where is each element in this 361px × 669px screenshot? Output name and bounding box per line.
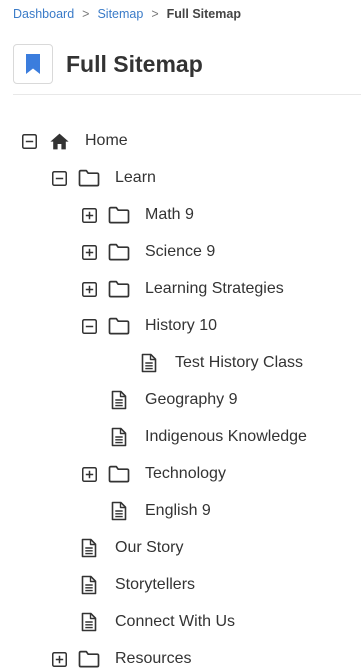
tree-node-english-9[interactable]: English 9: [79, 498, 211, 524]
tree-node-home[interactable]: Home: [19, 128, 128, 154]
toggle-spacer: [49, 538, 69, 558]
page-icon: [77, 536, 101, 560]
tree-node-label[interactable]: Our Story: [115, 539, 183, 557]
folder-icon: [107, 203, 131, 227]
tree-node-resources[interactable]: Resources: [49, 646, 191, 669]
tree-node-label[interactable]: Geography 9: [145, 391, 238, 409]
collapse-icon[interactable]: [19, 131, 39, 151]
tree-node-label[interactable]: Math 9: [145, 206, 194, 224]
folder-icon: [107, 314, 131, 338]
tree-node-label[interactable]: Indigenous Knowledge: [145, 428, 307, 446]
expand-icon[interactable]: [79, 279, 99, 299]
tree-node-geography-9[interactable]: Geography 9: [79, 387, 238, 413]
tree-node-storytellers[interactable]: Storytellers: [49, 572, 195, 598]
page-icon: [137, 351, 161, 375]
collapse-icon[interactable]: [49, 168, 69, 188]
page-icon: [107, 388, 131, 412]
tree-node-technology[interactable]: Technology: [79, 461, 226, 487]
folder-icon: [107, 240, 131, 264]
tree-node-test-history-class[interactable]: Test History Class: [109, 350, 303, 376]
tree-node-label[interactable]: Test History Class: [175, 354, 303, 372]
folder-icon: [77, 647, 101, 669]
home-icon: [47, 129, 71, 153]
tree-node-our-story[interactable]: Our Story: [49, 535, 183, 561]
toggle-spacer: [49, 575, 69, 595]
tree-node-label[interactable]: Resources: [115, 650, 191, 668]
tree-node-label[interactable]: Home: [85, 132, 128, 150]
tree-node-indigenous-knowledge[interactable]: Indigenous Knowledge: [79, 424, 307, 450]
page-icon: [107, 499, 131, 523]
expand-icon[interactable]: [79, 242, 99, 262]
expand-icon[interactable]: [79, 205, 99, 225]
page-icon: [107, 425, 131, 449]
tree-node-label[interactable]: Storytellers: [115, 576, 195, 594]
folder-icon: [77, 166, 101, 190]
toggle-spacer: [49, 612, 69, 632]
tree-node-label[interactable]: Connect With Us: [115, 613, 235, 631]
tree-node-label[interactable]: Science 9: [145, 243, 215, 261]
tree-node-label[interactable]: English 9: [145, 502, 211, 520]
folder-icon: [107, 277, 131, 301]
folder-icon: [107, 462, 131, 486]
toggle-spacer: [109, 353, 129, 373]
tree-node-history-10[interactable]: History 10: [79, 313, 217, 339]
tree-node-learning-strategies[interactable]: Learning Strategies: [79, 276, 284, 302]
toggle-spacer: [79, 501, 99, 521]
page-icon: [77, 610, 101, 634]
toggle-spacer: [79, 390, 99, 410]
tree-node-label[interactable]: Learning Strategies: [145, 280, 284, 298]
expand-icon[interactable]: [79, 464, 99, 484]
expand-icon[interactable]: [49, 649, 69, 669]
page-icon: [77, 573, 101, 597]
tree-node-science-9[interactable]: Science 9: [79, 239, 215, 265]
tree-node-label[interactable]: History 10: [145, 317, 217, 335]
toggle-spacer: [79, 427, 99, 447]
tree-node-math-9[interactable]: Math 9: [79, 202, 194, 228]
collapse-icon[interactable]: [79, 316, 99, 336]
tree-node-learn[interactable]: Learn: [49, 165, 156, 191]
tree-node-label[interactable]: Learn: [115, 169, 156, 187]
tree-node-label[interactable]: Technology: [145, 465, 226, 483]
sitemap-tree: Home Learn Math 9 Science 9 Learning Strateg…: [0, 0, 361, 669]
tree-node-connect-with-us[interactable]: Connect With Us: [49, 609, 235, 635]
